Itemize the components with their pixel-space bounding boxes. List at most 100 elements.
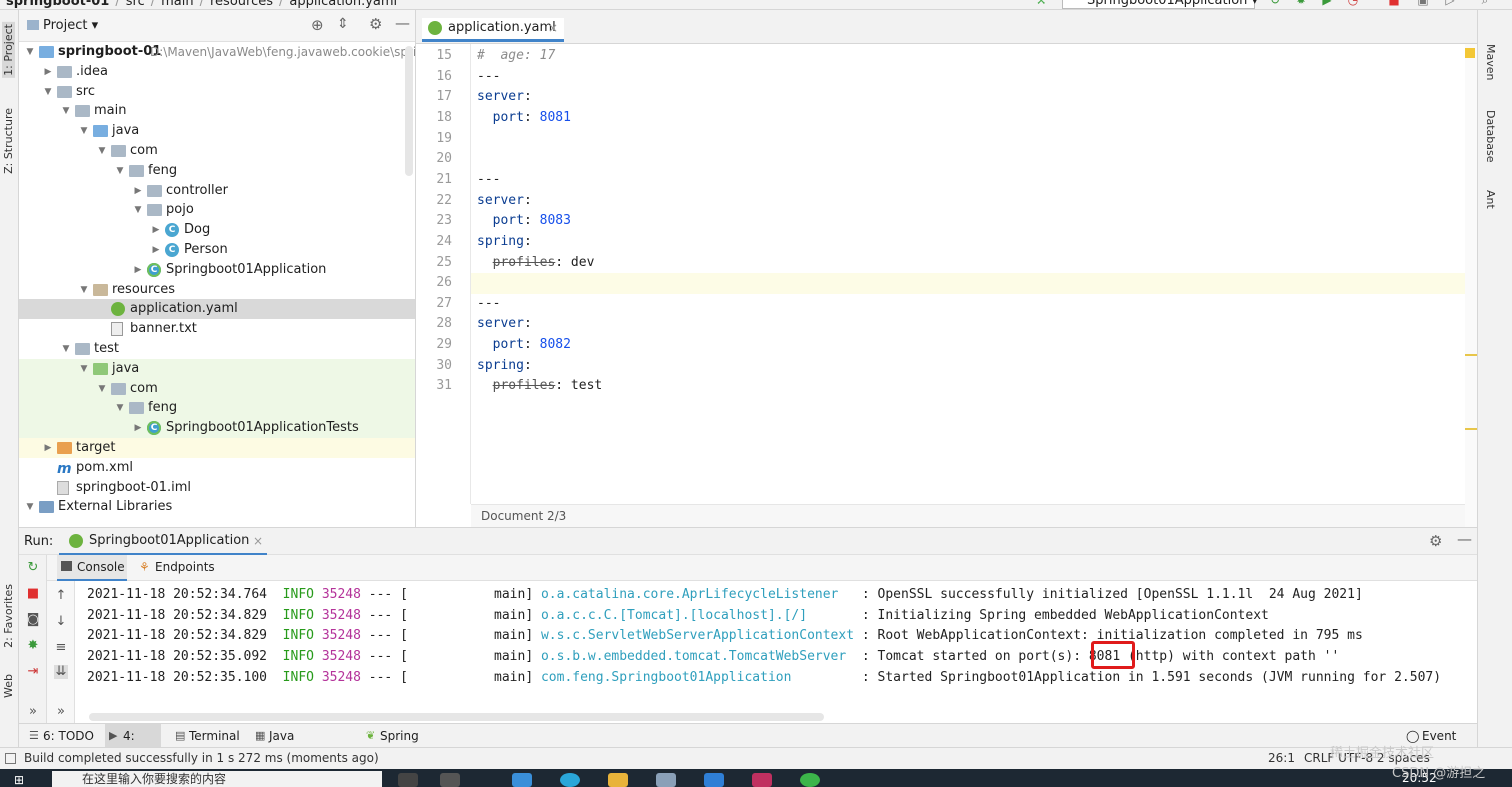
favorites-tool-tab[interactable]: 2: Favorites bbox=[2, 584, 15, 648]
chevron-down-icon[interactable]: ▼ bbox=[97, 379, 107, 399]
todo-tool-tab[interactable]: ☰ 6: TODO bbox=[25, 724, 95, 748]
tree-scrollbar[interactable] bbox=[405, 46, 413, 176]
tree-item[interactable]: ▶ C Springboot01Application bbox=[19, 260, 415, 280]
chevron-down-icon[interactable]: ▼ bbox=[79, 121, 89, 141]
tree-item[interactable]: ▼ java bbox=[19, 358, 415, 379]
restore-layout-icon[interactable]: ✸ bbox=[26, 639, 40, 653]
search-everywhere-icon[interactable]: ⌕ bbox=[1478, 0, 1492, 6]
console-tab[interactable]: Console bbox=[57, 555, 127, 581]
breadcrumb-item[interactable]: src bbox=[126, 0, 145, 9]
error-stripe-mark[interactable] bbox=[1465, 428, 1477, 430]
tree-item[interactable]: ▼ com bbox=[19, 141, 415, 161]
tree-item[interactable]: ▼ feng bbox=[19, 398, 415, 419]
run-tab-springboot01application[interactable]: Springboot01Application × bbox=[59, 530, 267, 556]
taskbar-search-input[interactable]: 在这里输入你要搜索的内容 bbox=[52, 771, 382, 787]
chevron-down-icon[interactable]: ▼ bbox=[79, 280, 89, 300]
folder-icon[interactable] bbox=[608, 773, 628, 787]
code-line[interactable]: profiles: dev bbox=[477, 253, 595, 274]
tree-item[interactable]: ▶ C Springboot01ApplicationTests bbox=[19, 418, 415, 439]
code-line[interactable]: port: 8082 bbox=[477, 335, 571, 356]
maven-tool-tab[interactable]: Maven bbox=[1484, 44, 1497, 80]
chevron-down-icon[interactable]: ▼ bbox=[61, 339, 71, 359]
tree-item[interactable]: application.yaml bbox=[19, 299, 415, 320]
rerun-icon[interactable]: ↻ bbox=[26, 561, 40, 575]
more-icon[interactable]: » bbox=[54, 705, 68, 719]
status-message[interactable]: Build completed successfully in 1 s 272 … bbox=[24, 748, 379, 769]
run-tool-tab[interactable]: ▶4: Run bbox=[105, 724, 161, 767]
code-line[interactable]: spring: bbox=[477, 356, 532, 377]
code-line[interactable]: port: 8083 bbox=[477, 211, 571, 232]
caret-position[interactable]: 26:1 bbox=[1268, 748, 1295, 769]
editor-tab-application-yaml[interactable]: application.yaml × bbox=[422, 18, 564, 42]
task-view-icon[interactable] bbox=[398, 773, 418, 787]
tree-item[interactable]: ▼ springboot-01 D:\Maven\JavaWeb\feng.java… bbox=[19, 42, 415, 62]
chevron-right-icon[interactable]: ▶ bbox=[151, 240, 161, 260]
java-enterprise-tool-tab[interactable]: ▦Java Enterprise bbox=[251, 724, 357, 767]
app-icon[interactable] bbox=[440, 773, 460, 787]
hide-panel-icon[interactable]: — bbox=[1457, 530, 1472, 548]
tree-item[interactable]: ▼ pojo bbox=[19, 200, 415, 220]
code-line[interactable]: # age: 17 bbox=[477, 46, 555, 67]
tree-item[interactable]: ▼ External Libraries bbox=[19, 497, 415, 517]
chevron-down-icon[interactable]: ▼ bbox=[115, 398, 125, 418]
chevron-right-icon[interactable]: ▶ bbox=[43, 438, 53, 458]
tree-item[interactable]: springboot-01.iml bbox=[19, 478, 415, 498]
build-hammer-icon[interactable]: ⚒ bbox=[1034, 0, 1048, 6]
stop-icon[interactable]: ■ bbox=[1387, 0, 1401, 6]
code-line[interactable]: --- bbox=[477, 170, 500, 191]
tree-item[interactable]: ▼ test bbox=[19, 339, 415, 359]
breadcrumb-item[interactable]: springboot-01 bbox=[6, 0, 109, 9]
close-icon[interactable]: × bbox=[548, 18, 558, 38]
error-stripe-mark[interactable] bbox=[1465, 354, 1477, 356]
tree-item[interactable]: ▼ java bbox=[19, 121, 415, 141]
code-line[interactable] bbox=[471, 273, 1467, 294]
build-project-icon[interactable]: ▣ bbox=[1416, 0, 1430, 6]
mail-icon[interactable] bbox=[704, 773, 724, 787]
tool-windows-toggle-icon[interactable] bbox=[5, 753, 16, 764]
more-icon[interactable]: » bbox=[26, 705, 40, 719]
code-line[interactable]: server: bbox=[477, 314, 532, 335]
chevron-down-icon[interactable]: ▼ bbox=[115, 161, 125, 181]
structure-tool-tab[interactable]: Z: Structure bbox=[2, 108, 15, 174]
windows-start-icon[interactable]: ⊞ bbox=[14, 773, 24, 787]
tree-item[interactable]: ▼ com bbox=[19, 378, 415, 399]
app-icon[interactable] bbox=[656, 773, 676, 787]
terminal-tool-tab[interactable]: ▤ Terminal bbox=[171, 724, 245, 748]
ant-tool-tab[interactable]: Ant bbox=[1484, 190, 1497, 209]
inspection-status-icon[interactable] bbox=[1465, 48, 1475, 58]
spring-tool-tab[interactable]: ❦ Spring bbox=[362, 724, 420, 748]
chevron-down-icon[interactable]: ▼ bbox=[97, 141, 107, 161]
database-tool-tab[interactable]: Database bbox=[1484, 110, 1497, 163]
editor-scrollbar[interactable] bbox=[1465, 44, 1477, 527]
console-output[interactable]: 2021-11-18 20:52:34.764 INFO 35248 --- [… bbox=[75, 581, 1477, 713]
chevron-down-icon[interactable]: ▼ bbox=[25, 497, 35, 517]
locate-file-icon[interactable]: ⊕ bbox=[311, 16, 324, 34]
arrow-up-icon[interactable]: ↑ bbox=[54, 589, 68, 603]
tree-item[interactable]: ▼ feng bbox=[19, 161, 415, 181]
collapse-all-icon[interactable]: ⇕ bbox=[337, 16, 349, 32]
chevron-down-icon[interactable]: ▼ bbox=[25, 42, 35, 62]
hide-panel-icon[interactable]: — bbox=[395, 14, 410, 32]
gear-icon[interactable]: ⚙ bbox=[369, 15, 382, 33]
chevron-right-icon[interactable]: ▶ bbox=[133, 181, 143, 201]
run-anything-icon[interactable]: ▷ bbox=[1443, 0, 1457, 6]
exit-icon[interactable]: ⇥ bbox=[26, 665, 40, 679]
tree-item[interactable]: ▼ src bbox=[19, 82, 415, 102]
run-with-coverage-icon[interactable]: ▶ bbox=[1320, 0, 1334, 6]
soft-wrap-icon[interactable]: ≡ bbox=[54, 641, 68, 655]
endpoints-tab[interactable]: ⚘ Endpoints bbox=[135, 555, 221, 581]
chevron-right-icon[interactable]: ▶ bbox=[133, 418, 143, 438]
screenshot-icon[interactable]: ◙ bbox=[26, 613, 40, 627]
close-icon[interactable]: × bbox=[253, 530, 263, 552]
code-line[interactable]: server: bbox=[477, 191, 532, 212]
tree-item[interactable]: ▼ resources bbox=[19, 280, 415, 300]
edge-icon[interactable] bbox=[560, 773, 580, 787]
breadcrumb-item[interactable]: main bbox=[161, 0, 193, 9]
tree-item[interactable]: banner.txt bbox=[19, 319, 415, 339]
code-line[interactable]: port: 8081 bbox=[477, 108, 571, 129]
tree-item[interactable]: ▶ controller bbox=[19, 181, 415, 201]
code-line[interactable]: profiles: test bbox=[477, 376, 603, 397]
arrow-down-icon[interactable]: ↓ bbox=[54, 615, 68, 629]
chevron-right-icon[interactable]: ▶ bbox=[43, 62, 53, 82]
chevron-down-icon[interactable]: ▼ bbox=[79, 359, 89, 379]
